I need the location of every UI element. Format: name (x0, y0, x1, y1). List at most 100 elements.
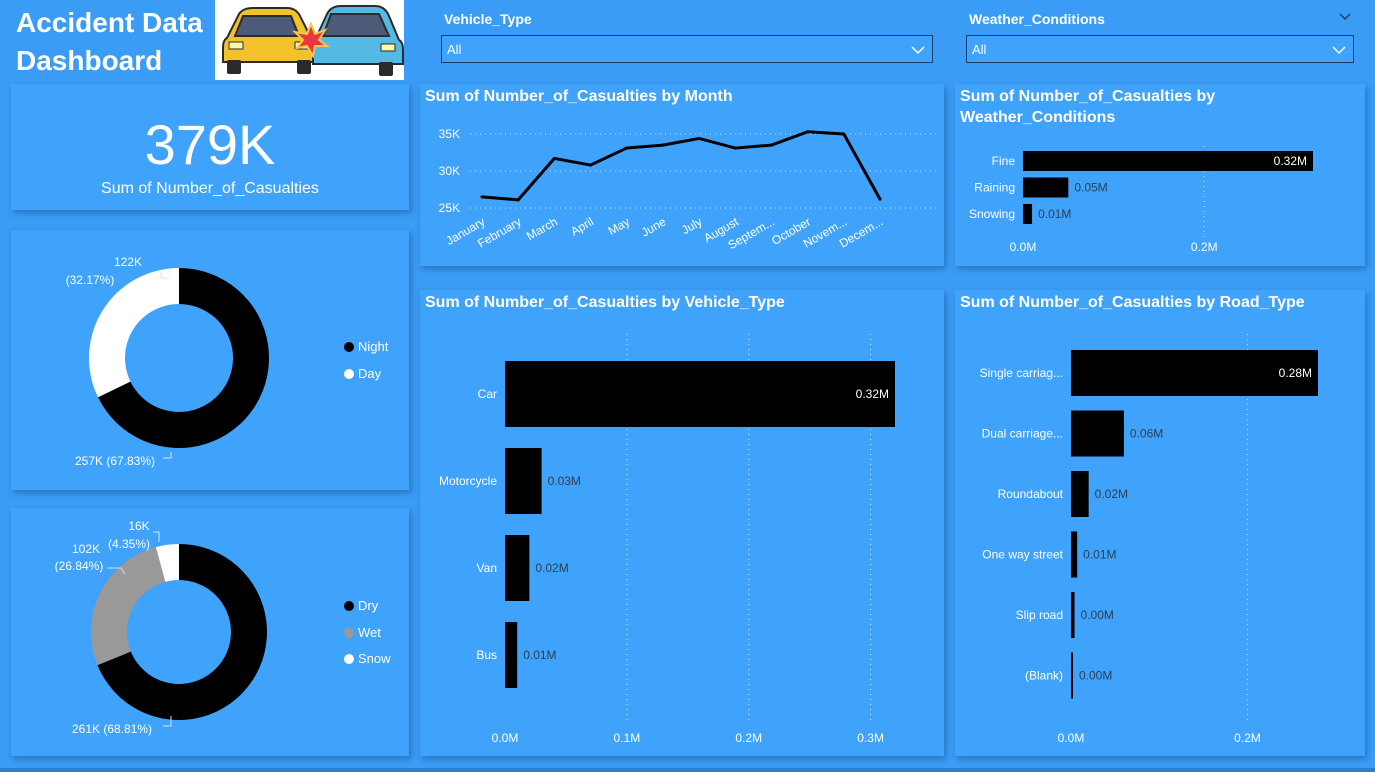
vehicle-value-label: 0.03M (548, 474, 581, 488)
weather-category-label: Raining (974, 181, 1015, 195)
road-bar (1071, 410, 1124, 457)
road-surface-donut-card[interactable]: 16K (4.35%) 102K (26.84%) 261K (68.81%) … (11, 508, 409, 756)
month-x-tick-label: May (606, 214, 633, 237)
vehicle-category-label: Car (478, 387, 497, 401)
weather-conditions-value: All (972, 42, 987, 57)
month-data-point (733, 146, 737, 150)
bottom-page-bar (0, 768, 1375, 772)
kpi-value: 379K (144, 113, 276, 176)
day-night-donut-slice-day (89, 268, 179, 398)
weather-value-label: 0.01M (1038, 207, 1071, 221)
road-type-bar-chart-card[interactable]: Sum of Number_of_Casualties by Road_Type… (955, 290, 1365, 756)
road-bar (1071, 592, 1075, 638)
title-line-1: Accident Data (16, 7, 203, 38)
road-category-label: Roundabout (998, 487, 1064, 501)
vehicle-type-slicer-label: Vehicle_Type (444, 11, 532, 27)
day-night-donut-chart: 122K (32.17%) 257K (67.83%) (66, 255, 270, 468)
donut-snow-pct-label: (4.35%) (108, 537, 150, 551)
month-x-tick-label: March (524, 214, 560, 243)
donut-wet-value-label: 102K (72, 542, 100, 556)
month-data-point (769, 143, 773, 147)
road-category-label: Slip road (1016, 608, 1063, 622)
road-value-label: 0.00M (1079, 669, 1112, 683)
legend-snow-label: Snow (358, 651, 391, 666)
month-line-chart-card[interactable]: Sum of Number_of_Casualties by Month 25K… (420, 84, 944, 266)
weather-x-tick-label: 0.0M (1010, 240, 1037, 254)
vehicle-category-label: Motorcycle (439, 474, 497, 488)
month-x-tick-label: June (639, 214, 669, 239)
vehicle-bar (505, 361, 895, 427)
weather-value-label: 0.05M (1074, 181, 1107, 195)
legend-snow[interactable]: Snow (344, 651, 391, 666)
legend-snow-dot (344, 654, 354, 664)
weather-value-label: 0.32M (1274, 154, 1307, 168)
vehicle-type-value: All (447, 42, 462, 57)
legend-wet-label: Wet (358, 625, 381, 640)
weather-category-label: Fine (992, 154, 1016, 168)
vehicle-value-label: 0.32M (856, 387, 889, 401)
month-line-chart: 25K30K35KJanuaryFebruary March April May Jun… (439, 127, 940, 252)
road-category-label: Single carriag... (980, 366, 1063, 380)
road-category-label: One way street (982, 548, 1063, 562)
legend-day-dot (344, 369, 354, 379)
donut-dry-label: 261K (68.81%) (72, 722, 152, 736)
road-value-label: 0.06M (1130, 427, 1163, 441)
weather-category-label: Snowing (969, 207, 1015, 221)
road-category-label: (Blank) (1025, 669, 1063, 683)
road-type-bar-chart: 0.0M 0.2M Single carriag... 0.28M Dual carri… (980, 334, 1318, 745)
month-data-point (552, 156, 556, 160)
legend-dry[interactable]: Dry (344, 598, 378, 613)
month-data-point (697, 136, 701, 140)
weather-bar-chart: 0.0M 0.2M Fine 0.32M Raining 0.05M Snowing 0.01… (969, 146, 1313, 254)
legend-night[interactable]: Night (344, 339, 388, 354)
month-y-tick-label: 25K (439, 201, 460, 215)
vehicle-x-tick-label: 0.2M (735, 731, 762, 745)
car-crash-icon (222, 5, 404, 76)
month-data-point (842, 132, 846, 136)
legend-day-label: Day (358, 366, 382, 381)
vehicle-x-tick-label: 0.1M (614, 731, 641, 745)
month-y-tick-label: 30K (439, 164, 460, 178)
chevron-down-icon (1331, 36, 1347, 74)
month-y-tick-label: 35K (439, 127, 460, 141)
road-value-label: 0.02M (1095, 487, 1128, 501)
legend-wet[interactable]: Wet (344, 625, 381, 640)
legend-day[interactable]: Day (344, 366, 381, 381)
month-data-point (625, 146, 629, 150)
weather-conditions-slicer-label: Weather_Conditions (969, 11, 1105, 27)
road-value-label: 0.00M (1081, 608, 1114, 622)
vehicle-x-tick-label: 0.0M (492, 731, 519, 745)
month-data-point (806, 130, 810, 134)
day-night-donut-card[interactable]: 122K (32.17%) 257K (67.83%) Night Day (11, 230, 409, 490)
legend-dry-label: Dry (358, 598, 379, 613)
road-bar (1071, 471, 1089, 517)
weather-bar (1023, 204, 1033, 224)
weather-bar-chart-card[interactable]: Sum of Number_of_Casualties by Weather_C… (955, 84, 1365, 266)
title-line-2: Dashboard (16, 45, 163, 76)
vehicle-value-label: 0.01M (523, 648, 556, 662)
weather-conditions-dropdown[interactable]: All (966, 35, 1354, 63)
vehicle-bar (505, 535, 530, 601)
vehicle-value-label: 0.02M (535, 561, 568, 575)
kpi-card[interactable]: 379K Sum of Number_of_Casualties (11, 84, 409, 210)
weather-bar (1023, 177, 1069, 198)
legend-night-dot (344, 342, 354, 352)
slicer-options-chevron-icon[interactable] (1338, 10, 1352, 28)
dashboard-title: Accident Data Dashboard (16, 4, 203, 80)
donut-night-label: 257K (67.83%) (75, 454, 155, 468)
road-value-label: 0.28M (1279, 366, 1312, 380)
vehicle-bar-chart-card[interactable]: Sum of Number_of_Casualties by Vehicle_T… (420, 290, 944, 756)
month-data-point (480, 195, 484, 199)
donut-day-pct-label: (32.17%) (66, 273, 115, 287)
chevron-down-icon (910, 36, 926, 74)
vehicle-x-tick-label: 0.3M (857, 731, 884, 745)
vehicle-type-dropdown[interactable]: All (441, 35, 933, 63)
car-crash-logo (215, 0, 404, 80)
road-bar (1071, 531, 1078, 578)
legend-wet-dot (344, 628, 354, 638)
road-x-tick-label: 0.2M (1234, 731, 1261, 745)
kpi-label: Sum of Number_of_Casualties (101, 180, 319, 197)
vehicle-bar (505, 622, 518, 688)
donut-wet-pct-label: (26.84%) (55, 559, 104, 573)
vehicle-bar (505, 448, 542, 514)
